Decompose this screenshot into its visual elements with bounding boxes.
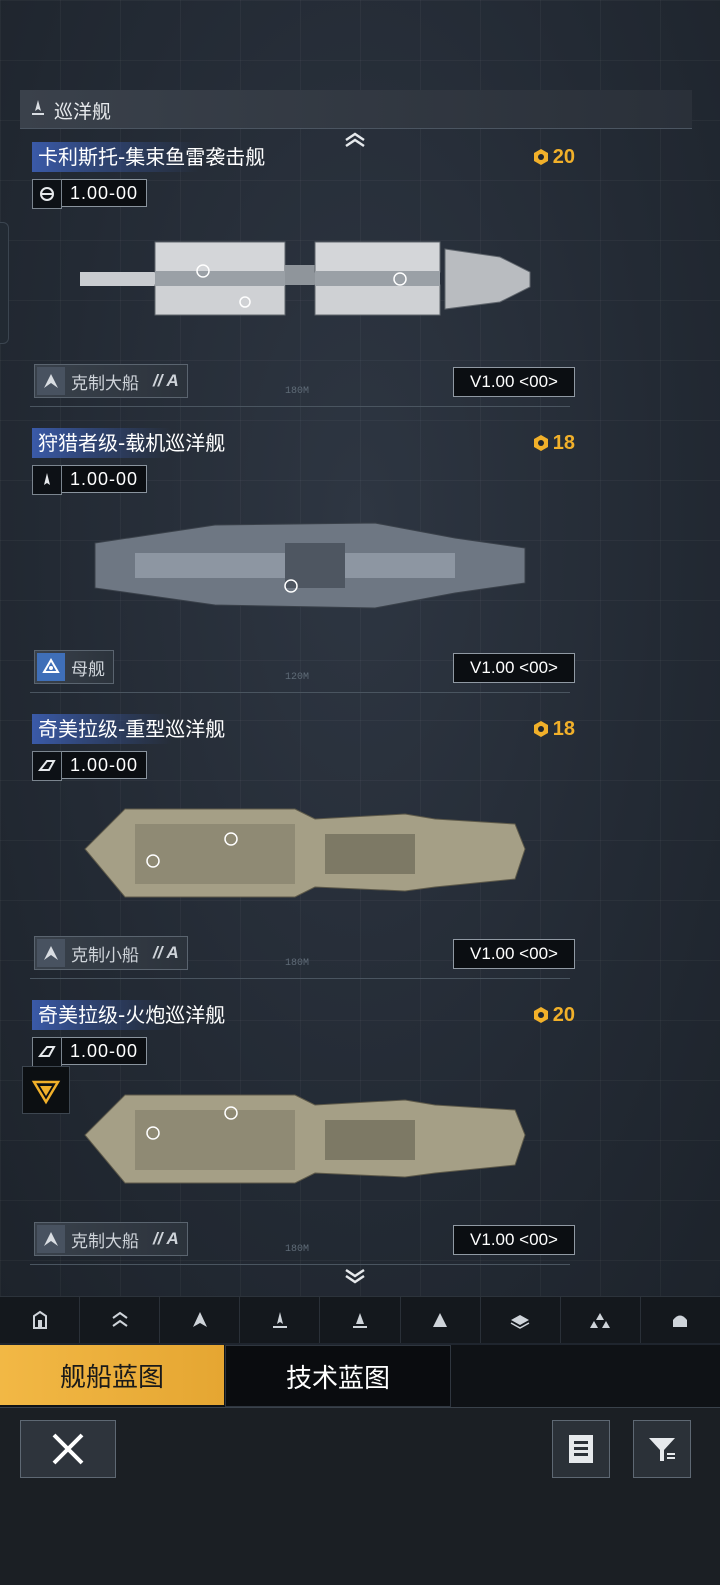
counter-tag: 克制小船 // A bbox=[34, 936, 188, 970]
category-corvette[interactable] bbox=[160, 1297, 241, 1343]
ship-version: V1.00 <00> bbox=[453, 653, 575, 683]
ship-version: V1.00 <00> bbox=[453, 1225, 575, 1255]
category-auxiliary[interactable] bbox=[561, 1297, 641, 1343]
scale-rule bbox=[30, 1264, 570, 1265]
filter-icon bbox=[649, 1438, 675, 1461]
heavy-icon bbox=[32, 1037, 62, 1067]
document-icon bbox=[569, 1435, 593, 1463]
side-drawer-handle[interactable] bbox=[0, 222, 9, 344]
scale-label: 180M bbox=[285, 1244, 310, 1255]
rank-badge-button[interactable] bbox=[22, 1066, 70, 1114]
heavy-icon bbox=[32, 751, 62, 781]
category-battlecruiser[interactable] bbox=[320, 1297, 401, 1343]
notes-button[interactable] bbox=[552, 1420, 610, 1478]
ship-category-bar bbox=[0, 1296, 720, 1343]
ship-version: V1.00 <00> bbox=[453, 939, 575, 969]
ship-card[interactable]: 卡利斯托-集束鱼雷袭击舰 20 1.00-00 克制大船 // A V1.00 … bbox=[30, 142, 575, 424]
mothership-icon bbox=[37, 653, 65, 681]
ship-level: 1.00-00 bbox=[32, 179, 148, 209]
category-frigate[interactable] bbox=[0, 1297, 81, 1343]
category-special[interactable] bbox=[641, 1297, 720, 1343]
ship-cost: 18 bbox=[532, 716, 575, 742]
section-title: 巡洋舰 bbox=[54, 101, 112, 123]
ship-cost: 20 bbox=[532, 1002, 575, 1028]
scale-rule bbox=[30, 406, 570, 407]
ship-name: 奇美拉级-火炮巡洋舰 bbox=[32, 1000, 232, 1030]
destroyer-icon bbox=[112, 1311, 128, 1327]
close-button[interactable] bbox=[20, 1420, 116, 1478]
category-cruiser[interactable] bbox=[240, 1297, 321, 1343]
scale-label: 180M bbox=[285, 386, 310, 397]
battleship-icon bbox=[433, 1313, 448, 1327]
scroll-down-icon[interactable] bbox=[340, 1268, 370, 1284]
ship-level: 1.00-00 bbox=[32, 751, 148, 781]
blueprint-tabs: 舰船蓝图 技术蓝图 bbox=[0, 1345, 720, 1408]
tab-tech-blueprint[interactable]: 技术蓝图 bbox=[225, 1345, 451, 1407]
cruiser-icon bbox=[272, 1312, 287, 1328]
special-icon bbox=[673, 1315, 688, 1327]
resource-icon bbox=[533, 435, 548, 451]
auxiliary-icon bbox=[590, 1313, 611, 1328]
ship-cost: 20 bbox=[532, 144, 575, 170]
ship-level: 1.00-00 bbox=[32, 465, 148, 495]
scale-rule bbox=[30, 978, 570, 979]
ship-card[interactable]: 狩猎者级-载机巡洋舰 18 1.00-00 母舰 V1.00 <00> 120M bbox=[30, 428, 575, 710]
ship-name: 奇美拉级-重型巡洋舰 bbox=[32, 714, 232, 744]
category-battleship[interactable] bbox=[401, 1297, 481, 1343]
resource-icon bbox=[533, 1007, 548, 1023]
ship-card[interactable]: 奇美拉级-重型巡洋舰 18 1.00-00 克制小船 // A V1.00 <0… bbox=[30, 714, 575, 996]
section-header[interactable]: 巡洋舰 bbox=[20, 90, 692, 129]
ship-model-image bbox=[80, 241, 531, 316]
torpedo-icon bbox=[32, 179, 62, 209]
rank-badge-icon bbox=[31, 1080, 61, 1105]
counter-icon bbox=[37, 367, 65, 395]
tab-ship-blueprint[interactable]: 舰船蓝图 bbox=[0, 1345, 224, 1405]
counter-tag: 克制大船 // A bbox=[34, 1222, 188, 1256]
scale-label: 120M bbox=[285, 672, 310, 683]
mothership-tag: 母舰 bbox=[34, 650, 114, 684]
ship-model-image bbox=[84, 808, 526, 898]
ship-model-image bbox=[84, 1094, 526, 1184]
ship-name: 狩猎者级-载机巡洋舰 bbox=[32, 428, 232, 458]
bottom-toolbar bbox=[0, 1408, 720, 1585]
scale-label: 180M bbox=[285, 958, 310, 969]
resource-icon bbox=[533, 721, 548, 737]
resource-icon bbox=[533, 149, 548, 165]
ship-level: 1.00-00 bbox=[32, 1037, 148, 1067]
carrier-icon bbox=[510, 1315, 530, 1329]
battlecruiser-icon bbox=[352, 1313, 367, 1328]
ship-name: 卡利斯托-集束鱼雷袭击舰 bbox=[32, 142, 272, 172]
category-destroyer[interactable] bbox=[80, 1297, 161, 1343]
ship-card[interactable]: 奇美拉级-火炮巡洋舰 20 1.00-00 克制大船 // A V1.00 <0… bbox=[30, 1000, 575, 1282]
cruiser-class-icon bbox=[32, 100, 44, 115]
ship-version: V1.00 <00> bbox=[453, 367, 575, 397]
counter-icon bbox=[37, 939, 65, 967]
corvette-icon bbox=[192, 1312, 207, 1327]
filter-button[interactable] bbox=[633, 1420, 691, 1478]
counter-icon bbox=[37, 1225, 65, 1253]
scale-rule bbox=[30, 692, 570, 693]
ship-model-image bbox=[94, 522, 526, 609]
frigate-icon bbox=[32, 1310, 47, 1329]
carrier-icon bbox=[32, 465, 62, 495]
counter-tag: 克制大船 // A bbox=[34, 364, 188, 398]
category-carrier[interactable] bbox=[481, 1297, 561, 1343]
ship-cost: 18 bbox=[532, 430, 575, 456]
close-icon bbox=[52, 1433, 84, 1465]
